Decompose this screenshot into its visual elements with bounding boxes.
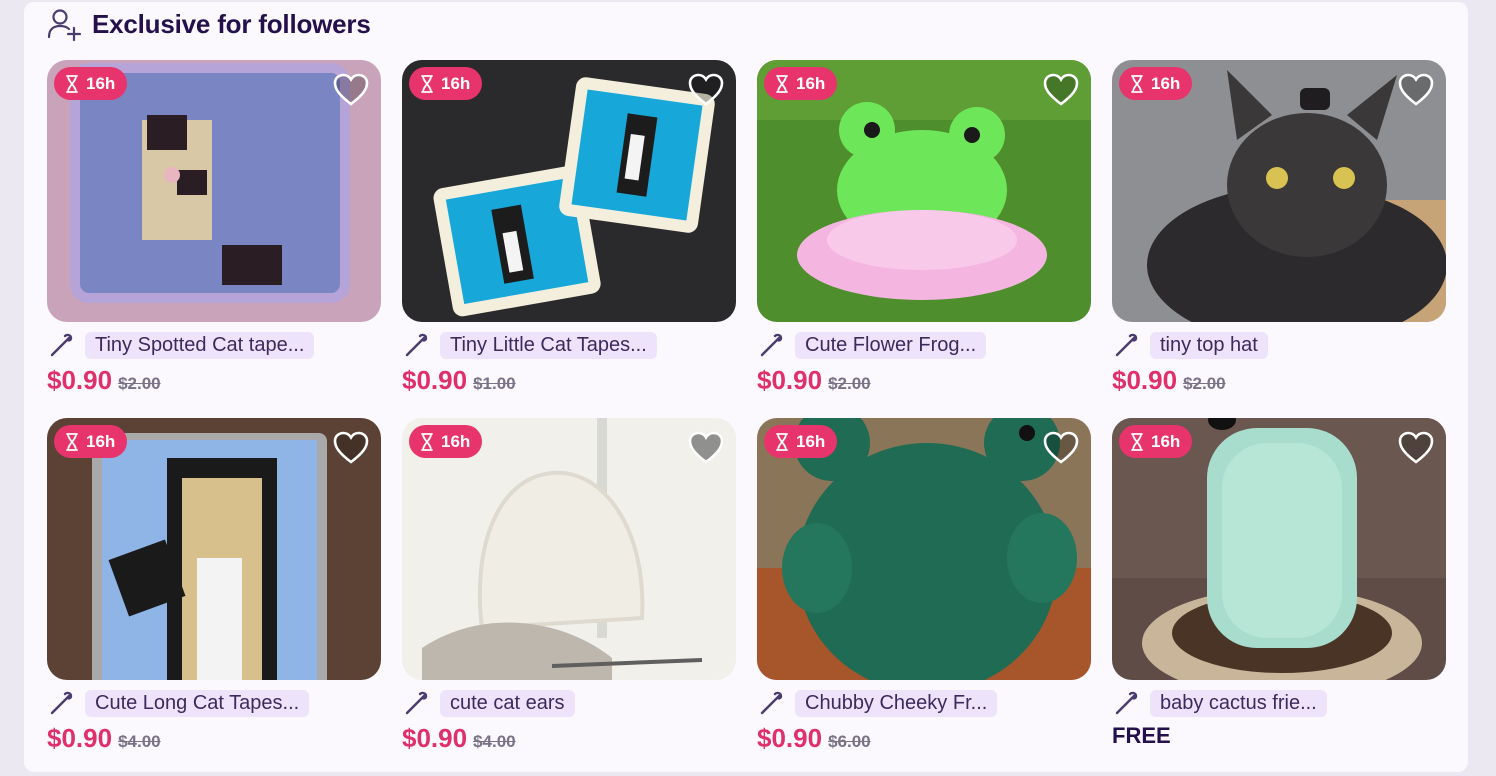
heart-icon[interactable] bbox=[333, 73, 369, 107]
timer-badge: 16h bbox=[54, 67, 128, 100]
timer-badge: 16h bbox=[764, 67, 838, 100]
timer-label: 16h bbox=[796, 431, 826, 451]
product-price: $0.90 bbox=[47, 365, 113, 395]
original-price: $2.00 bbox=[1183, 374, 1226, 393]
original-price: $2.00 bbox=[828, 374, 871, 393]
product-price: $0.90 bbox=[1112, 365, 1178, 395]
product-image[interactable]: 16h bbox=[1112, 418, 1446, 680]
product-name[interactable]: Chubby Cheeky Fr... bbox=[795, 689, 998, 717]
hourglass-icon bbox=[66, 74, 78, 93]
crochet-hook-icon bbox=[50, 691, 73, 715]
product-image[interactable]: 16h bbox=[757, 418, 1091, 680]
product-price: $0.90 bbox=[402, 365, 468, 395]
original-price: $1.00 bbox=[473, 374, 516, 393]
product-price: $0.90 bbox=[757, 365, 823, 395]
original-price: $4.00 bbox=[473, 732, 516, 751]
timer-label: 16h bbox=[86, 431, 116, 451]
user-plus-icon bbox=[47, 9, 82, 42]
product-meta: Tiny Spotted Cat tape... $0.90 $2.00 bbox=[47, 331, 381, 396]
product-image[interactable]: 16h bbox=[47, 60, 381, 322]
crochet-hook-icon bbox=[405, 333, 428, 357]
product-card[interactable]: 16h Cute Long Cat Tapes... $0.90 $4.00 bbox=[47, 418, 381, 776]
product-image[interactable]: 16h bbox=[757, 60, 1091, 322]
product-meta: Tiny Little Cat Tapes... $0.90 $1.00 bbox=[402, 331, 736, 396]
product-meta: baby cactus frie... FREE bbox=[1112, 689, 1446, 749]
product-name[interactable]: tiny top hat bbox=[1150, 331, 1268, 359]
crochet-hook-icon bbox=[1115, 691, 1138, 715]
product-price: $0.90 bbox=[47, 723, 113, 753]
timer-badge: 16h bbox=[1119, 67, 1193, 100]
crochet-hook-icon bbox=[1115, 333, 1138, 357]
hourglass-icon bbox=[421, 74, 433, 93]
product-card[interactable]: 16h Chubby Cheeky Fr... $0.90 $6.00 bbox=[757, 418, 1091, 776]
timer-badge: 16h bbox=[764, 425, 838, 458]
product-meta: Cute Long Cat Tapes... $0.90 $4.00 bbox=[47, 689, 381, 754]
product-name[interactable]: Tiny Little Cat Tapes... bbox=[440, 331, 657, 359]
product-grid: 16h Tiny Spotted Cat tape... $0.90 $2.00 bbox=[47, 60, 1446, 776]
heart-icon[interactable] bbox=[1043, 73, 1079, 107]
product-card[interactable]: 16h tiny top hat $0.90 $2.00 bbox=[1112, 60, 1446, 418]
crochet-hook-icon bbox=[760, 691, 783, 715]
section-header: Exclusive for followers bbox=[46, 6, 371, 42]
product-price: $0.90 bbox=[402, 723, 468, 753]
product-card[interactable]: 16h cute cat ears $0.90 $4.00 bbox=[402, 418, 736, 776]
timer-label: 16h bbox=[441, 431, 471, 451]
timer-badge: 16h bbox=[409, 425, 483, 458]
heart-icon[interactable] bbox=[333, 431, 369, 465]
section-title: Exclusive for followers bbox=[92, 8, 371, 39]
hourglass-icon bbox=[421, 432, 433, 451]
heart-icon[interactable] bbox=[688, 73, 724, 107]
timer-label: 16h bbox=[1151, 73, 1181, 93]
product-meta: Cute Flower Frog... $0.90 $2.00 bbox=[757, 331, 1091, 396]
product-meta: tiny top hat $0.90 $2.00 bbox=[1112, 331, 1446, 396]
timer-label: 16h bbox=[441, 73, 471, 93]
product-image[interactable]: 16h bbox=[402, 418, 736, 680]
product-name[interactable]: Cute Flower Frog... bbox=[795, 331, 987, 359]
crochet-hook-icon bbox=[50, 333, 73, 357]
original-price: $4.00 bbox=[118, 732, 161, 751]
product-meta: cute cat ears $0.90 $4.00 bbox=[402, 689, 736, 754]
product-card[interactable]: 16h baby cactus frie... FREE bbox=[1112, 418, 1446, 776]
product-card[interactable]: 16h Tiny Spotted Cat tape... $0.90 $2.00 bbox=[47, 60, 381, 418]
hourglass-icon bbox=[1131, 74, 1143, 93]
product-card[interactable]: 16h Tiny Little Cat Tapes... $0.90 $1.00 bbox=[402, 60, 736, 418]
product-name[interactable]: Tiny Spotted Cat tape... bbox=[85, 331, 315, 359]
hourglass-icon bbox=[66, 432, 78, 451]
product-name[interactable]: cute cat ears bbox=[440, 689, 575, 717]
product-name[interactable]: Cute Long Cat Tapes... bbox=[85, 689, 310, 717]
product-meta: Chubby Cheeky Fr... $0.90 $6.00 bbox=[757, 689, 1091, 754]
heart-icon[interactable] bbox=[688, 431, 724, 465]
product-image[interactable]: 16h bbox=[1112, 60, 1446, 322]
heart-icon[interactable] bbox=[1398, 73, 1434, 107]
timer-label: 16h bbox=[1151, 431, 1181, 451]
crochet-hook-icon bbox=[760, 333, 783, 357]
hourglass-icon bbox=[1131, 432, 1143, 451]
hourglass-icon bbox=[776, 74, 788, 93]
crochet-hook-icon bbox=[405, 691, 428, 715]
product-price: $0.90 bbox=[757, 723, 823, 753]
timer-badge: 16h bbox=[1119, 425, 1193, 458]
product-image[interactable]: 16h bbox=[47, 418, 381, 680]
timer-badge: 16h bbox=[54, 425, 128, 458]
free-label: FREE bbox=[1112, 723, 1171, 748]
original-price: $6.00 bbox=[828, 732, 871, 751]
timer-badge: 16h bbox=[409, 67, 483, 100]
hourglass-icon bbox=[776, 432, 788, 451]
original-price: $2.00 bbox=[118, 374, 161, 393]
product-image[interactable]: 16h bbox=[402, 60, 736, 322]
product-name[interactable]: baby cactus frie... bbox=[1150, 689, 1327, 717]
heart-icon[interactable] bbox=[1043, 431, 1079, 465]
timer-label: 16h bbox=[86, 73, 116, 93]
timer-label: 16h bbox=[796, 73, 826, 93]
heart-icon[interactable] bbox=[1398, 431, 1434, 465]
product-card[interactable]: 16h Cute Flower Frog... $0.90 $2.00 bbox=[757, 60, 1091, 418]
